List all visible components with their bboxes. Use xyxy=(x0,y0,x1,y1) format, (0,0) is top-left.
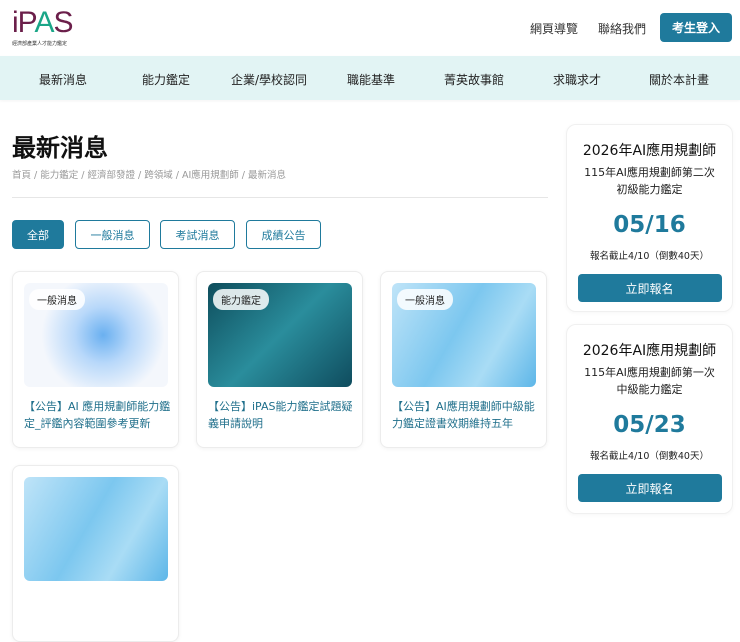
logo-mark: iPAS xyxy=(12,6,73,39)
ipas-logo[interactable]: iPAS 經濟部產業人才能力鑑定 xyxy=(12,8,82,48)
filter-all[interactable]: 全部 xyxy=(12,220,64,249)
register-button[interactable]: 立即報名 xyxy=(577,274,722,302)
category-tag: 能力鑑定 xyxy=(213,289,269,310)
exam-subtitle: 115年AI應用規劃師第一次中級能力鑑定 xyxy=(584,366,715,396)
news-image xyxy=(24,477,168,581)
nav-item-news[interactable]: 最新消息 xyxy=(39,71,87,88)
news-image: 一般消息 xyxy=(24,283,168,387)
exam-date: 05/16 xyxy=(613,212,686,238)
main-nav: 最新消息 能力鑑定 企業/學校認同 職能基準 菁英故事館 求職求才 關於本計畫 xyxy=(0,56,740,100)
page-title: 最新消息 xyxy=(12,134,108,162)
contact-link[interactable]: 聯絡我們 xyxy=(598,20,646,37)
site-header: iPAS 經濟部產業人才能力鑑定 網頁導覽 聯絡我們 考生登入 xyxy=(0,0,740,56)
news-card[interactable]: 一般消息 【公告】AI 應用規劃師能力鑑定_評鑑內容範圍參考更新 xyxy=(12,271,179,448)
filter-general[interactable]: 一般消息 xyxy=(75,220,150,249)
filter-results[interactable]: 成績公告 xyxy=(246,220,321,249)
nav-item-competency[interactable]: 職能基準 xyxy=(347,71,395,88)
news-title[interactable]: 【公告】AI 應用規劃師能力鑑定_評鑑內容範圍參考更新 xyxy=(24,398,172,432)
exam-card: 2026年AI應用規劃師 115年AI應用規劃師第二次初級能力鑑定 05/16 … xyxy=(566,124,733,312)
news-card[interactable]: 能力鑑定 【公告】iPAS能力鑑定試題疑義申請說明 xyxy=(196,271,363,448)
nav-item-about[interactable]: 關於本計畫 xyxy=(649,71,709,88)
news-image: 一般消息 xyxy=(392,283,536,387)
category-tag: 一般消息 xyxy=(397,289,453,310)
news-title[interactable]: 【公告】iPAS能力鑑定試題疑義申請說明 xyxy=(208,398,356,432)
sitemap-link[interactable]: 網頁導覽 xyxy=(530,20,578,37)
nav-item-stories[interactable]: 菁英故事館 xyxy=(444,71,504,88)
exam-deadline: 報名截止4/10（倒數40天） xyxy=(590,251,709,262)
breadcrumb: 首頁 / 能力鑑定 / 經濟部發證 / 跨領域 / AI應用規劃師 / 最新消息 xyxy=(12,170,287,181)
register-button[interactable]: 立即報名 xyxy=(577,474,722,502)
exam-date: 05/23 xyxy=(613,412,686,438)
exam-title: 2026年AI應用規劃師 xyxy=(582,143,717,159)
nav-item-jobs[interactable]: 求職求才 xyxy=(553,71,601,88)
news-card[interactable] xyxy=(12,465,179,642)
filter-exam[interactable]: 考試消息 xyxy=(160,220,235,249)
divider xyxy=(12,197,548,198)
nav-item-endorsement[interactable]: 企業/學校認同 xyxy=(231,71,307,88)
nav-item-certification[interactable]: 能力鑑定 xyxy=(142,71,190,88)
exam-deadline: 報名截止4/10（倒數40天） xyxy=(590,451,709,462)
news-image: 能力鑑定 xyxy=(208,283,352,387)
category-tag: 一般消息 xyxy=(29,289,85,310)
news-card[interactable]: 一般消息 【公告】AI應用規劃師中級能力鑑定證書效期維持五年 xyxy=(380,271,547,448)
news-title[interactable]: 【公告】AI應用規劃師中級能力鑑定證書效期維持五年 xyxy=(392,398,540,432)
exam-title: 2026年AI應用規劃師 xyxy=(582,343,717,359)
logo-subtitle: 經濟部產業人才能力鑑定 xyxy=(12,41,68,47)
exam-subtitle: 115年AI應用規劃師第二次初級能力鑑定 xyxy=(584,166,715,196)
login-button[interactable]: 考生登入 xyxy=(660,13,732,42)
